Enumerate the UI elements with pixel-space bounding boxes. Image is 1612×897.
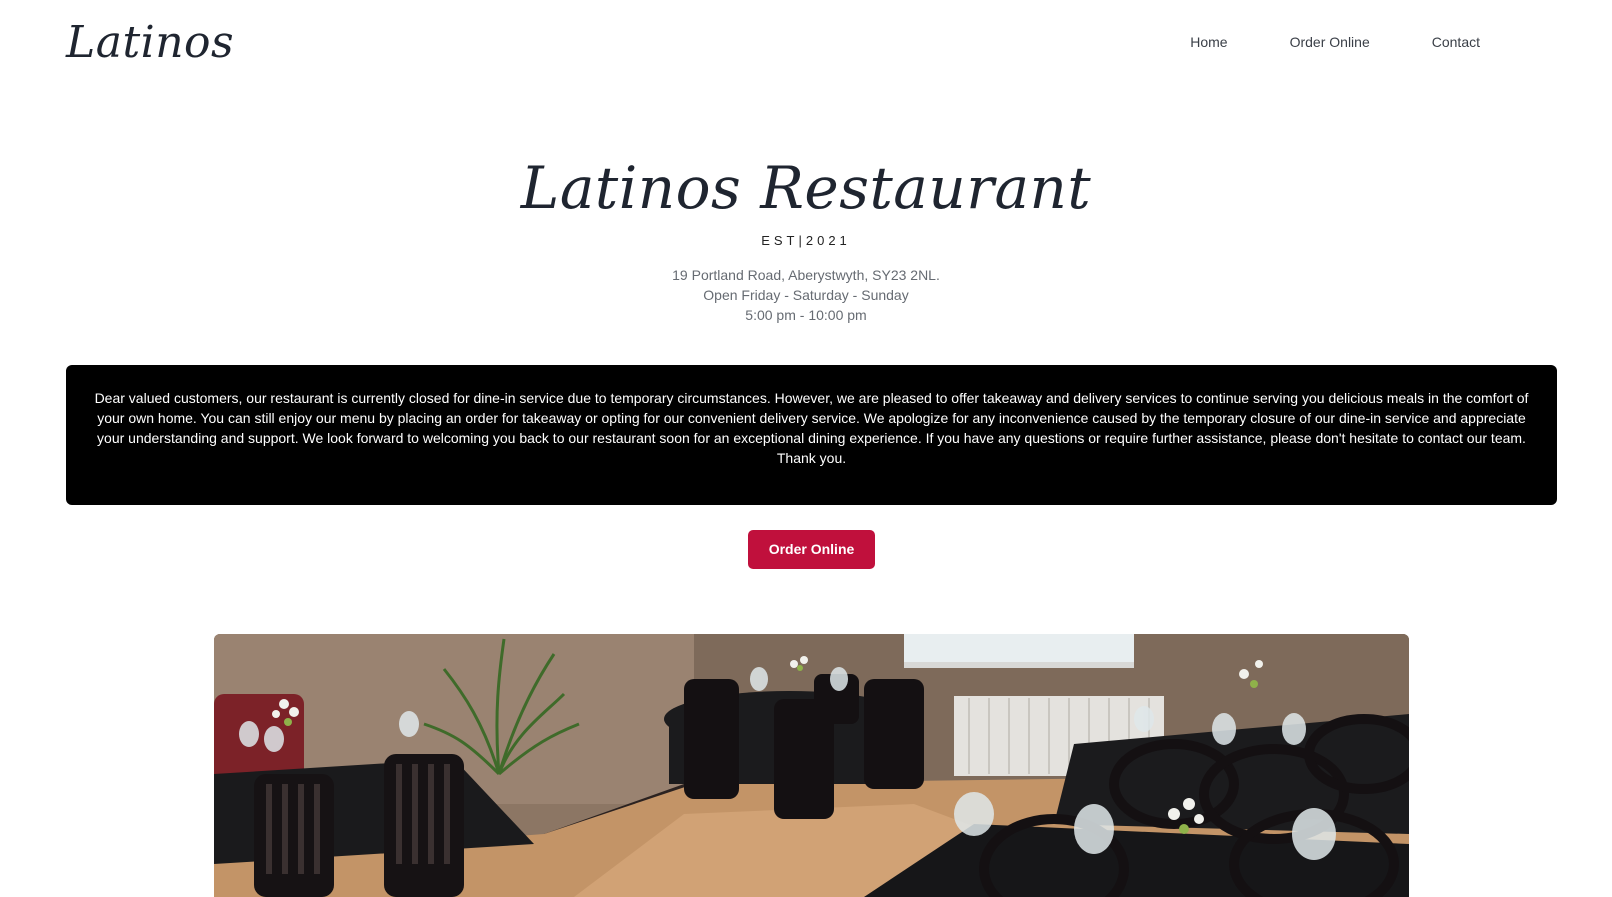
nav-link-order-online[interactable]: Order Online bbox=[1290, 30, 1370, 54]
established-label: EST|2021 bbox=[761, 233, 851, 248]
order-online-button[interactable]: Order Online bbox=[748, 530, 875, 569]
page-title: Latinos Restaurant bbox=[520, 154, 1092, 222]
closure-notice: Dear valued customers, our restaurant is… bbox=[66, 365, 1557, 505]
opening-hours-text: 5:00 pm - 10:00 pm bbox=[745, 307, 867, 323]
nav-link-home[interactable]: Home bbox=[1190, 30, 1227, 54]
restaurant-info: 19 Portland Road, Aberystwyth, SY23 2NL.… bbox=[0, 265, 1612, 325]
site-logo[interactable]: Latinos bbox=[66, 8, 234, 78]
nav-link-contact[interactable]: Contact bbox=[1432, 30, 1480, 54]
address-text: 19 Portland Road, Aberystwyth, SY23 2NL. bbox=[672, 267, 940, 283]
open-days-text: Open Friday - Saturday - Sunday bbox=[703, 287, 909, 303]
restaurant-interior-photo bbox=[214, 634, 1409, 897]
main-nav: Home Order Online Contact bbox=[1190, 30, 1480, 54]
site-header: Latinos Home Order Online Contact bbox=[0, 0, 1612, 84]
closure-notice-text: Dear valued customers, our restaurant is… bbox=[94, 390, 1529, 466]
